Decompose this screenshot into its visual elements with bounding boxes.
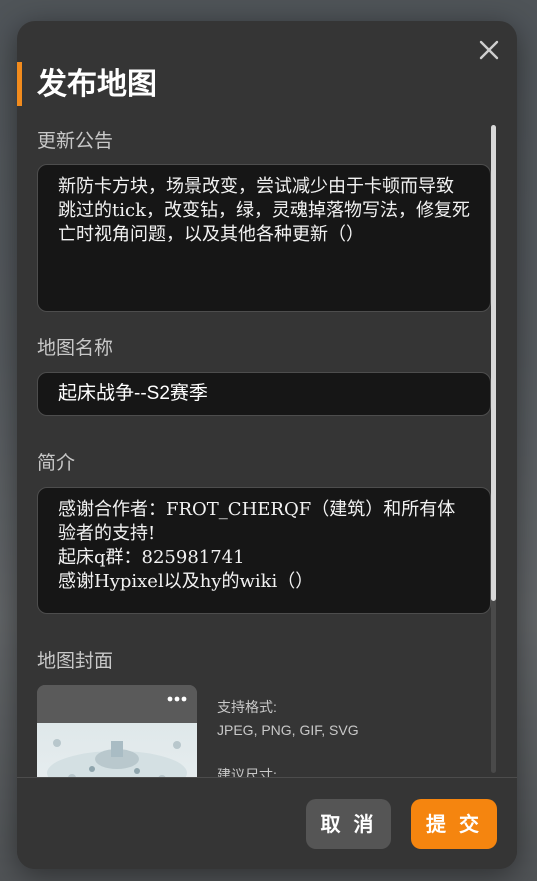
update-notes-textarea[interactable]: 新防卡方块，场景改变，尝试减少由于卡顿而导致跳过的tick，改变钻，绿，灵魂掉落… bbox=[37, 164, 491, 312]
footer-divider bbox=[17, 777, 517, 778]
submit-button[interactable]: 提 交 bbox=[411, 799, 497, 849]
update-notes-label: 更新公告 bbox=[37, 130, 114, 152]
more-dots-icon[interactable] bbox=[165, 691, 189, 705]
formats-label: 支持格式: bbox=[217, 699, 277, 715]
close-icon[interactable] bbox=[476, 37, 502, 63]
map-name-input[interactable]: 起床战争--S2赛季 bbox=[37, 372, 491, 416]
formats-value: JPEG, PNG, GIF, SVG bbox=[217, 722, 359, 738]
intro-label: 简介 bbox=[37, 452, 76, 474]
cancel-button[interactable]: 取 消 bbox=[306, 799, 391, 849]
title-accent-bar bbox=[17, 62, 22, 106]
publish-map-dialog: 发布地图 更新公告 新防卡方块，场景改变，尝试减少由于卡顿而导致跳过的tick，… bbox=[17, 21, 517, 869]
intro-textarea[interactable]: 感谢合作者：FROT_CHERQF（建筑）和所有体验者的支持! 起床q群：825… bbox=[37, 487, 491, 614]
cover-label: 地图封面 bbox=[37, 650, 114, 672]
map-name-label: 地图名称 bbox=[37, 337, 114, 359]
cover-format-info: 支持格式: JPEG, PNG, GIF, SVG 建议尺寸: bbox=[217, 696, 359, 787]
dialog-title: 发布地图 bbox=[37, 67, 157, 102]
scrollbar-thumb[interactable] bbox=[491, 125, 496, 601]
